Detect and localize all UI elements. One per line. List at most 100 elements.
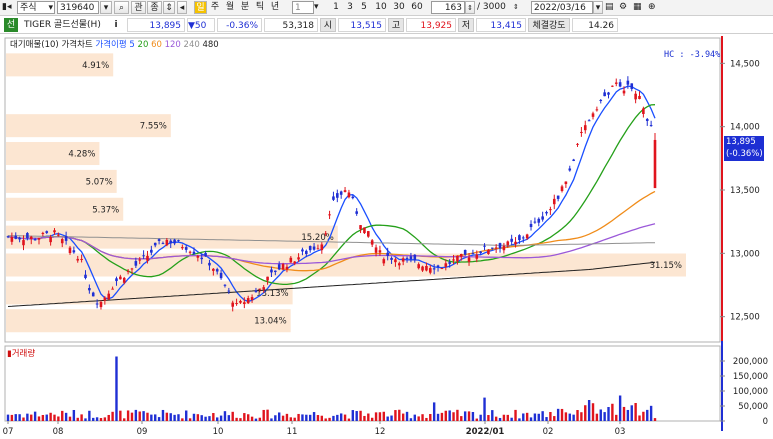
- search-icon[interactable]: ⌕: [114, 1, 129, 14]
- tab-week[interactable]: 주: [208, 1, 222, 14]
- candle-body: [45, 231, 49, 233]
- add-button[interactable]: 종: [147, 1, 162, 14]
- candle-body: [463, 249, 467, 255]
- volume-tick-label: 200,000: [733, 357, 768, 367]
- candle-body: [587, 120, 591, 122]
- candle-body: [607, 92, 610, 95]
- tab-month[interactable]: 월: [223, 1, 237, 14]
- volume-bar: [33, 411, 37, 421]
- candle-body: [405, 257, 409, 259]
- stock-name[interactable]: TIGER 골드선물(H): [24, 18, 108, 32]
- interval-input[interactable]: 1: [292, 1, 314, 14]
- legend-ma-480[interactable]: 480: [202, 40, 218, 50]
- tab-year[interactable]: 년: [268, 1, 282, 14]
- volume-bar: [343, 414, 347, 421]
- interval-5[interactable]: 5: [358, 1, 370, 14]
- interval-10[interactable]: 10: [373, 1, 389, 14]
- candle-body: [14, 235, 18, 239]
- volume-bar: [603, 412, 606, 421]
- market-select[interactable]: 주식 ▾: [17, 1, 55, 14]
- interval-dropdown-icon[interactable]: ▾: [314, 1, 324, 14]
- volume-bar: [510, 417, 513, 421]
- legend-ma-60[interactable]: 60: [151, 40, 162, 50]
- interval-1[interactable]: 1: [330, 1, 342, 14]
- chevron-down-icon: ▾: [48, 3, 53, 13]
- panel-toggle-icon[interactable]: ▮◂: [2, 1, 16, 14]
- zoom-icon[interactable]: ⊕: [648, 1, 661, 14]
- info-icon[interactable]: i: [110, 18, 122, 32]
- volume-bar: [339, 413, 343, 421]
- legend-ma-240[interactable]: 240: [184, 40, 200, 50]
- candle-body: [22, 240, 25, 246]
- settings-icon[interactable]: ⚙: [619, 1, 632, 14]
- related-button[interactable]: 관: [131, 1, 146, 14]
- x-tick-label: 11: [287, 427, 298, 437]
- date-input[interactable]: 2022/03/16: [531, 1, 593, 14]
- interval-3[interactable]: 3: [344, 1, 356, 14]
- arrow-left-icon[interactable]: ◂: [177, 1, 187, 14]
- volume-bar: [208, 416, 211, 421]
- candle-body: [184, 247, 188, 250]
- chart-area[interactable]: 14,500 14,000 13,500 13,000 12,500 200,000 150…: [0, 36, 773, 439]
- candle-body: [258, 288, 262, 290]
- volume-bar: [185, 410, 188, 421]
- volume-bar: [591, 403, 595, 421]
- candle-body: [421, 266, 424, 271]
- daily-icon[interactable]: 일: [194, 1, 207, 14]
- candle-body: [115, 278, 118, 282]
- price-value: 13,895: [127, 18, 185, 32]
- volume-bar: [479, 414, 482, 421]
- chart-type-icon[interactable]: ▤: [605, 1, 618, 14]
- legend-ma[interactable]: 가격이평: [95, 40, 126, 50]
- candle-body: [576, 143, 579, 145]
- volume-bar: [514, 409, 517, 421]
- candle-body: [72, 250, 76, 253]
- tab-tick[interactable]: 틱: [253, 1, 267, 14]
- candle-body: [126, 270, 130, 272]
- volume-bar: [634, 403, 637, 421]
- volume-bar: [130, 412, 134, 421]
- count-stepper-icon[interactable]: ⇕: [465, 1, 475, 14]
- volume-bar: [10, 414, 14, 421]
- code-input[interactable]: 319640: [57, 1, 99, 14]
- volume-bar: [584, 405, 587, 421]
- grid-icon[interactable]: ▦: [633, 1, 646, 14]
- candle-body: [239, 300, 242, 303]
- candle-body: [80, 258, 83, 260]
- volume-bar: [370, 417, 374, 421]
- volume-bar: [405, 411, 409, 421]
- tab-minute[interactable]: 분: [238, 1, 252, 14]
- legend-price[interactable]: 가격차트: [61, 40, 92, 50]
- updown-spin-icon[interactable]: ⇕: [163, 1, 175, 14]
- date-dropdown-icon[interactable]: ▾: [593, 1, 603, 14]
- interval-60[interactable]: 60: [409, 1, 425, 14]
- volume-bar: [285, 413, 289, 421]
- open-label: 시: [320, 18, 336, 32]
- volume-bar: [328, 417, 331, 421]
- max-count-stepper-icon[interactable]: ⇕: [513, 1, 522, 14]
- legend-ma-20[interactable]: 20: [138, 40, 149, 50]
- code-dropdown-icon[interactable]: ▾: [100, 1, 112, 14]
- chart-canvas[interactable]: 14,500 14,000 13,500 13,000 12,500 200,000 150…: [0, 36, 773, 439]
- volume-bar: [363, 415, 366, 421]
- volume-bar: [649, 405, 653, 421]
- candle-body: [274, 270, 277, 272]
- volume-bar: [622, 406, 626, 421]
- legend-ma-120[interactable]: 120: [165, 40, 181, 50]
- interval-30[interactable]: 30: [391, 1, 407, 14]
- volume-bar: [615, 414, 618, 421]
- volume-bar: [409, 418, 413, 421]
- volume-tick-label: 0: [763, 417, 768, 427]
- candle-body: [363, 227, 366, 234]
- legend-ma-5[interactable]: 5: [129, 40, 134, 50]
- volume-bar: [312, 412, 316, 421]
- legend-supply[interactable]: 대기매물(10): [10, 40, 59, 50]
- volume-bar: [463, 411, 467, 421]
- candle-body: [308, 246, 312, 251]
- count-input[interactable]: 163: [431, 1, 465, 14]
- volume-bar: [359, 410, 362, 421]
- volume-legend-title[interactable]: 거래량: [12, 349, 35, 359]
- candle-body: [29, 236, 33, 240]
- candle-body: [386, 252, 389, 256]
- candle-body: [49, 236, 52, 243]
